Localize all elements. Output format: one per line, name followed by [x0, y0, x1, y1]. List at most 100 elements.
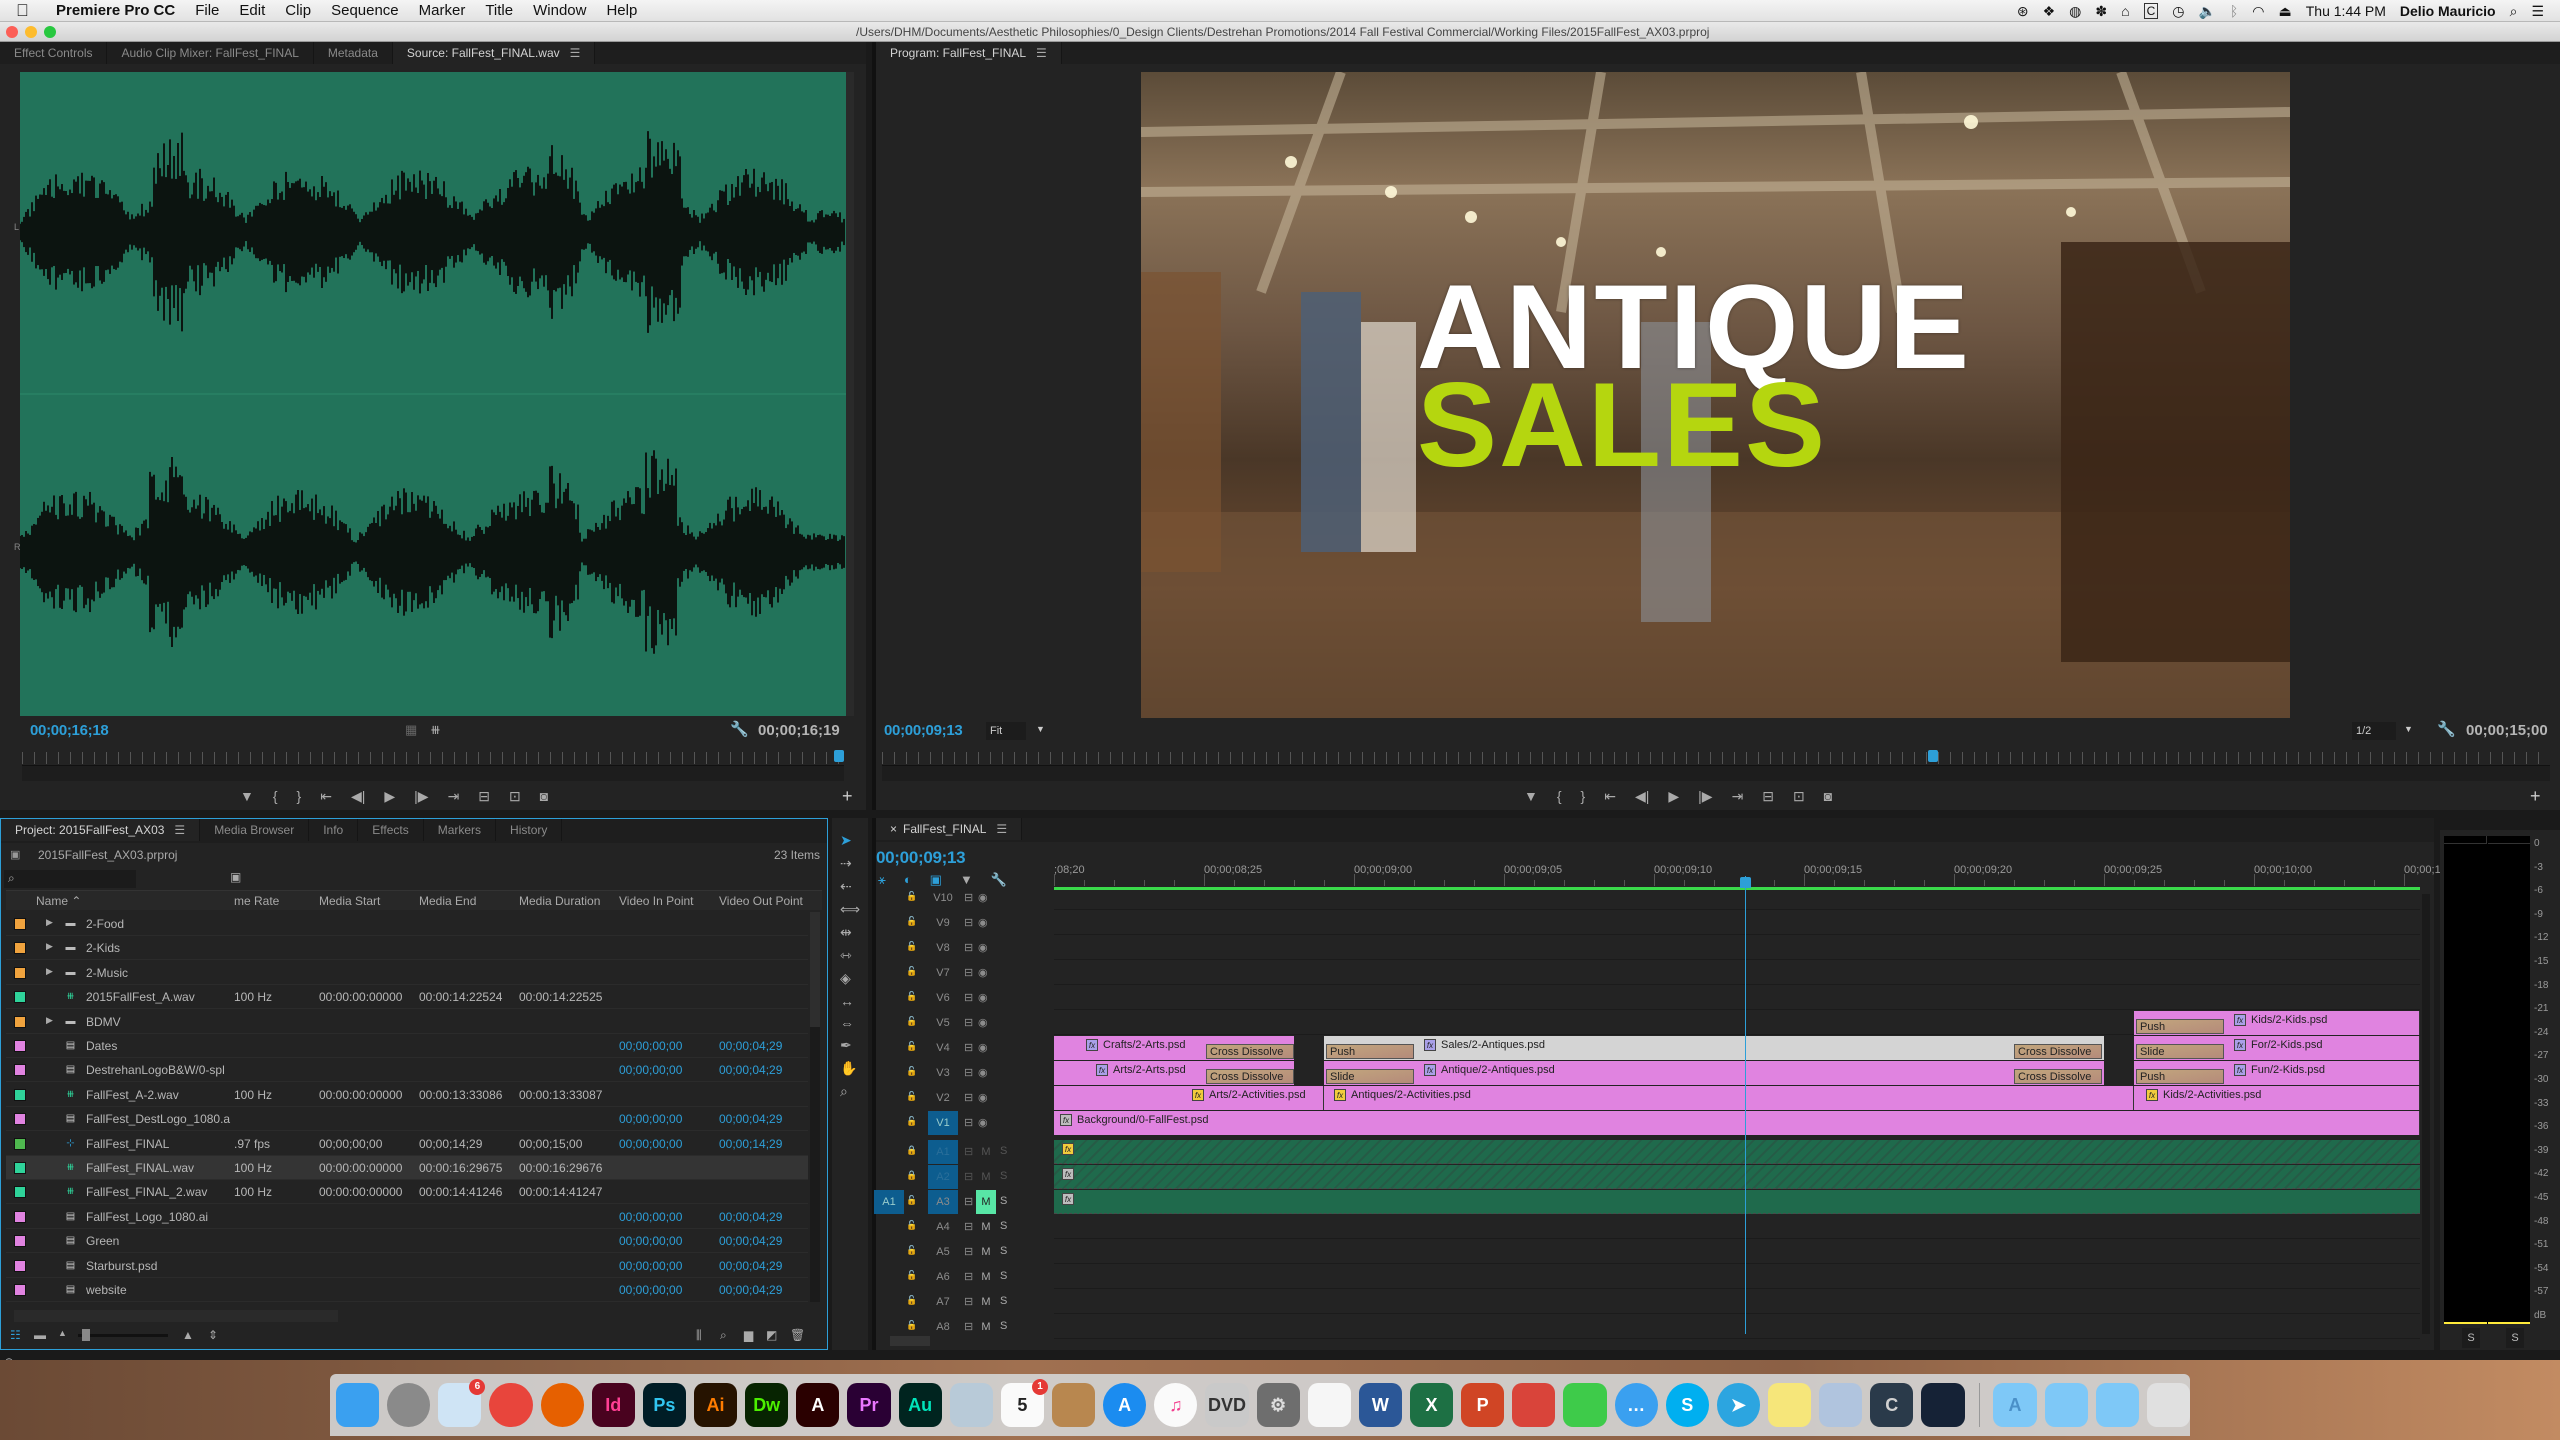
- track-label[interactable]: A8: [928, 1315, 958, 1339]
- track-label[interactable]: V1: [928, 1111, 958, 1135]
- project-item-row[interactable]: ▤ Green 00;00;00;00 00;00;04;29: [6, 1229, 808, 1254]
- label-color-swatch[interactable]: [14, 966, 26, 979]
- menu-clip[interactable]: Clip: [285, 2, 311, 19]
- program-playhead-timecode[interactable]: 00;00;09;13: [884, 722, 963, 739]
- ripple-edit-tool-icon[interactable]: ⟺: [840, 901, 860, 918]
- lock-icon[interactable]: 🔓: [906, 941, 917, 952]
- razor-tool-icon[interactable]: ◈: [840, 970, 860, 987]
- sync-lock-icon[interactable]: ⊟: [964, 1170, 973, 1183]
- sync-lock-icon[interactable]: ⊟: [964, 891, 973, 904]
- track-lane-v9[interactable]: [1054, 911, 2420, 935]
- audio-clip[interactable]: fx: [1054, 1190, 2420, 1214]
- dock-audition-icon[interactable]: Au: [898, 1383, 942, 1427]
- solo-button[interactable]: S: [1000, 1195, 1007, 1207]
- eye-icon[interactable]: ◉: [978, 991, 988, 1004]
- mark-out-button[interactable]: }: [297, 788, 302, 808]
- dock-acrobat-icon[interactable]: A: [796, 1383, 840, 1427]
- dock-system-preferences-icon[interactable]: ⚙: [1256, 1383, 1300, 1427]
- mute-button[interactable]: M: [976, 1290, 996, 1314]
- tab-info[interactable]: Info: [309, 819, 359, 841]
- solo-button[interactable]: S: [1000, 1170, 1007, 1182]
- sync-lock-icon[interactable]: ⊟: [964, 1066, 973, 1079]
- program-panel-menu-icon[interactable]: ☰: [1036, 46, 1047, 60]
- dock-skype-icon[interactable]: S: [1665, 1383, 1709, 1427]
- label-color-swatch[interactable]: [14, 1064, 26, 1077]
- tab-sequence[interactable]: × FallFest_FINAL ☰: [876, 818, 1023, 840]
- timeline-playhead-handle[interactable]: [1740, 877, 1751, 888]
- dock-trash-icon[interactable]: [2146, 1383, 2191, 1427]
- program-settings-wrench-icon[interactable]: 🔧: [2437, 720, 2456, 738]
- expand-triangle-icon[interactable]: ▶: [46, 1015, 53, 1026]
- eject-icon[interactable]: ⏏: [2279, 3, 2292, 20]
- transition-effect[interactable]: Cross Dissolve: [2014, 1044, 2102, 1059]
- timeline-clip[interactable]: fx Kids/2-Activities.psd: [2134, 1086, 2420, 1110]
- solo-left-button[interactable]: S: [2462, 1328, 2480, 1348]
- creative-cloud-icon[interactable]: ⊛: [2017, 3, 2029, 20]
- sync-lock-icon[interactable]: ⊟: [964, 941, 973, 954]
- track-label[interactable]: V6: [928, 986, 958, 1010]
- menu-edit[interactable]: Edit: [239, 2, 265, 19]
- timeline-vertical-scrollbar[interactable]: [2422, 894, 2430, 1334]
- solo-button[interactable]: S: [1000, 1220, 1007, 1232]
- tab-metadata[interactable]: Metadata: [314, 42, 393, 64]
- rate-stretch-tool-icon[interactable]: ⇿: [840, 947, 860, 964]
- solo-button[interactable]: S: [1000, 1270, 1007, 1282]
- track-lane-a7[interactable]: [1054, 1290, 2420, 1314]
- selection-tool-icon[interactable]: ➤: [840, 832, 860, 849]
- go-to-out-button[interactable]: ⇥: [448, 788, 460, 808]
- dock-itunes-icon[interactable]: ♫: [1154, 1383, 1198, 1427]
- tab-audio-clip-mixer[interactable]: Audio Clip Mixer: FallFest_FINAL: [107, 42, 314, 64]
- mute-button[interactable]: M: [976, 1140, 996, 1164]
- new-item-icon[interactable]: ◩: [766, 1328, 777, 1342]
- project-vertical-scrollbar[interactable]: [810, 912, 820, 1302]
- transition-effect[interactable]: Slide: [2136, 1044, 2224, 1059]
- audio-waveform-display[interactable]: L R: [14, 72, 846, 716]
- col-video-in-point[interactable]: Video In Point: [619, 894, 694, 908]
- dock-photoshop-icon[interactable]: Ps: [642, 1383, 686, 1427]
- zoom-in-thumbnail-icon[interactable]: ▲: [182, 1328, 194, 1342]
- tab-program[interactable]: Program: FallFest_FINAL ☰: [876, 42, 1062, 64]
- lock-icon[interactable]: 🔓: [906, 1116, 917, 1127]
- menu-help[interactable]: Help: [606, 2, 637, 19]
- dock-battle-net-icon[interactable]: [1921, 1383, 1965, 1427]
- lock-icon[interactable]: 🔓: [906, 1320, 917, 1331]
- dock-chrome-icon[interactable]: [489, 1383, 533, 1427]
- item-out[interactable]: 00;00;04;29: [719, 1063, 782, 1077]
- project-item-row[interactable]: ▤ DestrehanLogoB&W/0-spl 00;00;00;00 00;00;…: [6, 1058, 808, 1083]
- resolution-select[interactable]: 1/2 ▼: [2352, 722, 2413, 740]
- label-color-swatch[interactable]: [14, 991, 26, 1004]
- solo-button[interactable]: S: [1000, 1295, 1007, 1307]
- transition-effect[interactable]: Push: [2136, 1069, 2224, 1084]
- solo-button[interactable]: S: [1000, 1320, 1007, 1332]
- dock-mail-icon[interactable]: 6: [438, 1379, 486, 1427]
- dock-illustrator-icon[interactable]: Ai: [693, 1383, 738, 1427]
- project-panel-menu-icon[interactable]: ☰: [174, 823, 185, 837]
- lock-icon[interactable]: 🔓: [906, 1245, 917, 1256]
- mute-button[interactable]: M: [976, 1315, 996, 1339]
- dock-contacts-icon[interactable]: [1051, 1383, 1096, 1427]
- tab-media-browser[interactable]: Media Browser: [200, 819, 310, 841]
- item-out[interactable]: 00;00;04;29: [719, 1259, 782, 1273]
- label-color-swatch[interactable]: [14, 1235, 26, 1248]
- dock-textedit-icon[interactable]: [1307, 1383, 1351, 1427]
- item-out[interactable]: 00;00;14;29: [719, 1137, 782, 1151]
- lock-icon[interactable]: 🔓: [906, 1270, 917, 1281]
- sync-lock-icon[interactable]: ⊟: [964, 1145, 973, 1158]
- track-label[interactable]: A2: [928, 1165, 958, 1189]
- icon-view-icon[interactable]: ▬: [34, 1328, 46, 1342]
- notification-center-icon[interactable]: ☰: [2531, 3, 2544, 20]
- dock-finder-icon[interactable]: [336, 1383, 380, 1427]
- item-out[interactable]: 00;00;04;29: [719, 1283, 782, 1297]
- sync-lock-icon[interactable]: ⊟: [964, 1016, 973, 1029]
- panel-menu-icon[interactable]: ☰: [570, 46, 581, 60]
- go-to-in-button[interactable]: ⇤: [1604, 788, 1616, 808]
- item-in[interactable]: 00;00;00;00: [619, 1259, 682, 1273]
- transition-effect[interactable]: Push: [2136, 1019, 2224, 1034]
- project-horizontal-scrollbar[interactable]: [14, 1310, 338, 1322]
- item-in[interactable]: 00;00;00;00: [619, 1137, 682, 1151]
- track-label[interactable]: V8: [928, 936, 958, 960]
- program-playhead-marker[interactable]: [1927, 750, 1938, 762]
- sync-lock-icon[interactable]: ⊟: [964, 966, 973, 979]
- sync-lock-icon[interactable]: ⊟: [964, 1116, 973, 1129]
- export-frame-button[interactable]: ◙: [1824, 788, 1832, 808]
